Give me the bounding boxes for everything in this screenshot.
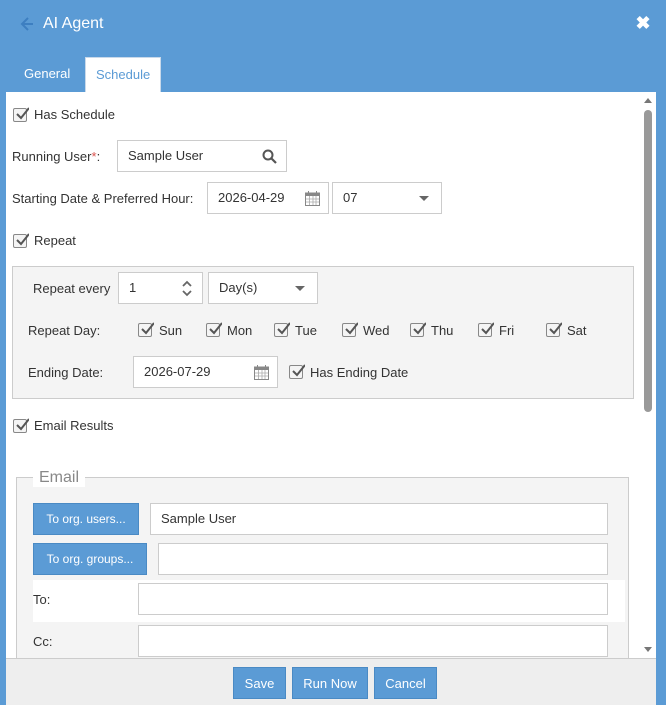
starting-date-input[interactable]: 2026-04-29: [207, 182, 329, 214]
day-checkbox-mon[interactable]: [206, 322, 222, 337]
repeat-day-label: Repeat Day:: [28, 323, 101, 338]
cancel-button[interactable]: Cancel: [374, 667, 437, 699]
repeat-every-stepper[interactable]: 1: [118, 272, 203, 304]
day-label-fri: Fri: [499, 323, 515, 338]
ending-date-input[interactable]: 2026-07-29: [133, 356, 278, 388]
starting-date-value: 2026-04-29: [218, 190, 285, 205]
day-checkbox-fri[interactable]: [478, 322, 494, 337]
repeat-every-value: 1: [129, 280, 137, 295]
checkmark-icon: [16, 107, 29, 120]
email-results-label: Email Results: [34, 418, 114, 433]
has-ending-date-label: Has Ending Date: [310, 365, 409, 380]
day-checkbox-wed[interactable]: [342, 322, 358, 337]
repeat-every-label: Repeat every: [33, 281, 111, 296]
ending-date-label: Ending Date:: [28, 365, 104, 380]
email-legend: Email: [33, 469, 86, 487]
scrollbar[interactable]: [640, 92, 656, 658]
repeat-unit-value: Day(s): [219, 280, 258, 295]
preferred-hour-select[interactable]: 07: [332, 182, 442, 214]
checkmark-icon: [209, 322, 222, 335]
day-checkbox-sat[interactable]: [546, 322, 562, 337]
email-fieldset: Email To org. users... Sample User To or…: [16, 469, 629, 658]
chevron-down-icon: [295, 286, 305, 291]
repeat-unit-select[interactable]: Day(s): [208, 272, 318, 304]
repeat-options-panel: Repeat every 1 Day(s) Repeat Day: Sun Mo…: [12, 266, 634, 399]
tab-schedule[interactable]: Schedule: [85, 57, 162, 92]
running-user-input[interactable]: Sample User: [117, 140, 287, 172]
dialog-footer: Save Run Now Cancel: [6, 658, 656, 705]
day-label-sat: Sat: [567, 323, 587, 338]
running-user-value: Sample User: [128, 148, 204, 163]
checkmark-icon: [413, 322, 426, 335]
repeat-label: Repeat: [34, 233, 76, 248]
to-org-users-input[interactable]: Sample User: [150, 503, 608, 535]
back-arrow-icon[interactable]: [20, 17, 34, 31]
scroll-up-arrow-icon[interactable]: [644, 98, 652, 103]
schedule-panel: Has Schedule Running User*: Sample User …: [6, 92, 656, 658]
starting-date-label: Starting Date & Preferred Hour:: [12, 191, 194, 206]
has-ending-date-checkbox[interactable]: [289, 364, 305, 379]
run-now-button[interactable]: Run Now: [292, 667, 368, 699]
running-user-colon: :: [96, 149, 101, 164]
day-label-thu: Thu: [431, 323, 454, 338]
checkmark-icon: [16, 233, 29, 246]
save-button[interactable]: Save: [233, 667, 286, 699]
calendar-icon[interactable]: [305, 191, 320, 206]
close-icon[interactable]: ✖: [634, 14, 652, 32]
preferred-hour-value: 07: [343, 190, 358, 205]
to-org-users-value: Sample User: [161, 511, 237, 526]
checkmark-icon: [277, 322, 290, 335]
stepper-arrows-icon[interactable]: [182, 280, 192, 297]
repeat-checkbox[interactable]: [13, 233, 29, 248]
day-label-wed: Wed: [363, 323, 390, 338]
has-schedule-checkbox[interactable]: [13, 107, 29, 122]
tab-general[interactable]: General: [14, 57, 80, 92]
window-title: AI Agent: [43, 15, 104, 32]
checkmark-icon: [549, 322, 562, 335]
day-label-sun: Sun: [159, 323, 183, 338]
email-results-checkbox[interactable]: [13, 418, 29, 433]
day-checkbox-sun[interactable]: [138, 322, 154, 337]
scroll-thumb[interactable]: [644, 110, 652, 412]
cc-input[interactable]: [138, 625, 608, 657]
to-org-groups-button[interactable]: To org. groups...: [33, 543, 147, 575]
to-input[interactable]: [138, 583, 608, 615]
running-user-label-text: Running User: [12, 149, 92, 164]
search-icon[interactable]: [262, 149, 277, 164]
calendar-icon[interactable]: [254, 365, 269, 380]
running-user-label: Running User*:: [12, 149, 100, 164]
day-label-mon: Mon: [227, 323, 253, 338]
scroll-down-arrow-icon[interactable]: [644, 647, 652, 652]
chevron-down-icon: [419, 196, 429, 201]
has-schedule-label: Has Schedule: [34, 107, 115, 122]
title-bar: AI Agent ✖: [0, 0, 666, 50]
day-checkbox-tue[interactable]: [274, 322, 290, 337]
checkmark-icon: [141, 322, 154, 335]
day-label-tue: Tue: [295, 323, 317, 338]
to-org-groups-input[interactable]: [158, 543, 608, 575]
checkmark-icon: [16, 418, 29, 431]
cc-label: Cc:: [33, 634, 53, 649]
ending-date-value: 2026-07-29: [144, 364, 211, 379]
day-checkbox-thu[interactable]: [410, 322, 426, 337]
checkmark-icon: [481, 322, 494, 335]
checkmark-icon: [345, 322, 358, 335]
checkmark-icon: [292, 364, 305, 377]
to-org-users-button[interactable]: To org. users...: [33, 503, 139, 535]
to-label: To:: [33, 592, 51, 607]
